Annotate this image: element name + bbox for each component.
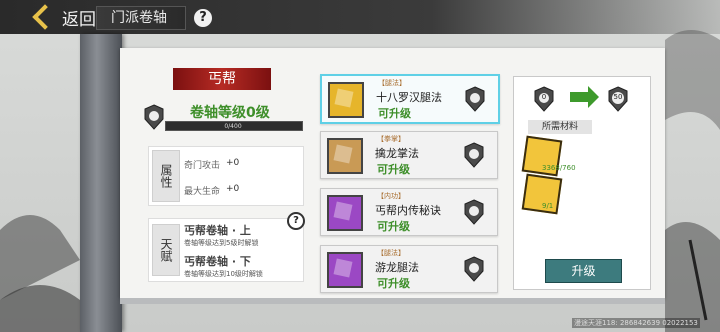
skill-level-badge-icon <box>464 199 484 225</box>
attributes-label: 属性 <box>152 150 180 202</box>
material-quantity: 9/1 <box>542 202 554 210</box>
xp-progress-text: 0/400 <box>224 123 242 130</box>
page-title: 门派卷轴 <box>96 6 186 30</box>
help-icon[interactable]: ? <box>192 7 214 29</box>
skill-type: 【内功】 <box>377 192 405 200</box>
skill-level-badge-icon <box>464 142 484 168</box>
skill-card[interactable]: 【腿法】 游龙腿法 可升级 <box>320 245 498 293</box>
next-level-text: 50 <box>613 93 623 101</box>
scroll-level-text: 卷轴等级0级 <box>190 105 270 121</box>
skill-book-icon <box>328 82 364 118</box>
skill-name: 游龙腿法 <box>375 261 419 274</box>
skill-status: 可升级 <box>377 220 410 233</box>
back-label: 返回 <box>62 9 96 30</box>
skill-name: 十八罗汉腿法 <box>376 91 442 104</box>
skill-status: 可升级 <box>377 277 410 290</box>
talent-help-icon[interactable]: ? <box>287 212 305 230</box>
talent-unlock-desc: 卷轴等级达到5级时解锁 <box>184 239 259 247</box>
skill-status: 可升级 <box>377 163 410 176</box>
skill-card[interactable]: 【腿法】 十八罗汉腿法 可升级 <box>320 74 500 124</box>
skill-book-icon <box>327 195 363 231</box>
skill-type: 【腿法】 <box>378 79 406 87</box>
skill-card[interactable]: 【拳掌】 擒龙掌法 可升级 <box>320 131 498 179</box>
talent-name: 丐帮卷轴 · 上 <box>184 224 251 237</box>
talent-name: 丐帮卷轴 · 下 <box>184 255 251 268</box>
skill-status: 可升级 <box>378 107 411 120</box>
skill-book-icon <box>327 252 363 288</box>
sect-name-banner: 丐帮 <box>173 68 271 90</box>
back-button[interactable]: 返回 <box>32 4 96 30</box>
skill-type: 【腿法】 <box>377 249 405 257</box>
material-quantity: 3368/760 <box>542 164 576 172</box>
skill-name: 擒龙掌法 <box>375 147 419 160</box>
scroll-edge <box>120 298 665 304</box>
skill-name: 丐帮内传秘诀 <box>375 204 441 217</box>
talents-label: 天赋 <box>152 224 180 276</box>
attribute-name: 奇门攻击 <box>184 161 221 171</box>
attribute-name: 最大生命 <box>184 187 221 197</box>
attribute-value: +0 <box>226 158 240 168</box>
arrow-right-icon <box>570 86 599 108</box>
footer-text: 漫途天涯118: 286842639 02022153 <box>572 318 700 328</box>
materials-title: 所需材料 <box>528 120 592 134</box>
level-badge-icon <box>144 104 164 130</box>
upgrade-button[interactable]: 升级 <box>545 259 622 283</box>
skill-level-badge-icon <box>464 256 484 282</box>
talent-unlock-desc: 卷轴等级达到10级时解锁 <box>184 270 263 278</box>
attribute-value: +0 <box>226 184 240 194</box>
skill-level-badge-icon <box>465 86 485 112</box>
skill-type: 【拳掌】 <box>377 135 405 143</box>
skill-book-icon <box>327 138 363 174</box>
chevron-left-icon <box>32 4 58 30</box>
scroll-roller <box>80 34 122 332</box>
skill-card[interactable]: 【内功】 丐帮内传秘诀 可升级 <box>320 188 498 236</box>
current-level-text: 0 <box>541 93 547 101</box>
